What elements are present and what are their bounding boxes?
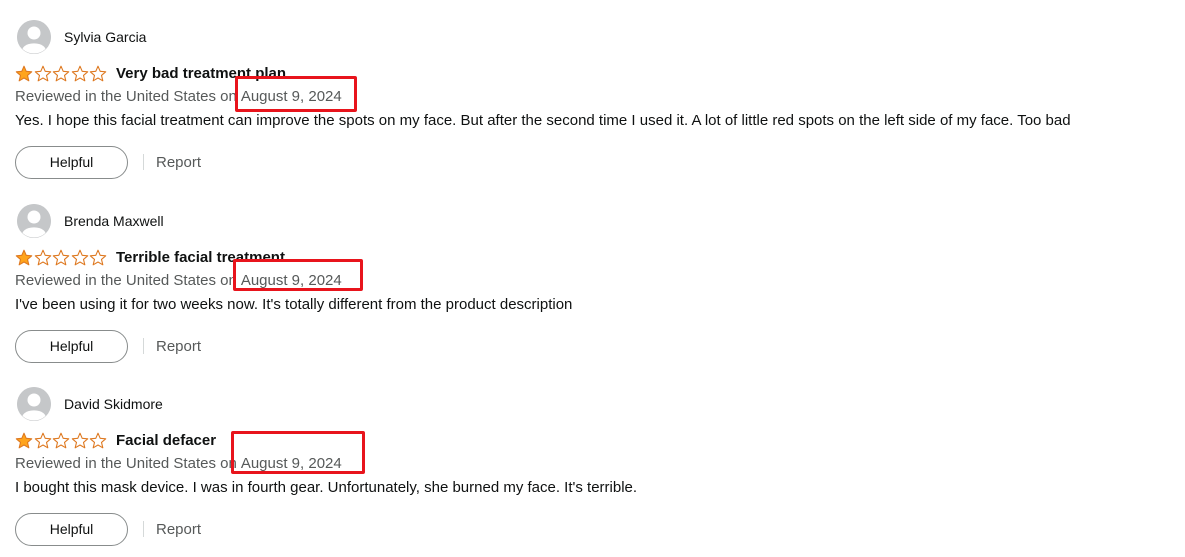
reviewer-name: David Skidmore <box>64 396 163 412</box>
star-empty-icon <box>71 432 88 448</box>
star-filled-icon <box>15 432 33 448</box>
star-filled-icon <box>15 249 33 265</box>
star-empty-icon <box>89 65 107 81</box>
star-rating[interactable] <box>15 65 115 82</box>
action-divider <box>143 338 144 354</box>
star-empty-icon <box>34 249 51 265</box>
review-date: August 9, 2024 <box>240 271 342 289</box>
helpful-button[interactable]: Helpful <box>15 329 128 363</box>
star-empty-icon <box>71 65 88 81</box>
star-empty-icon <box>34 65 51 81</box>
review-body: I bought this mask device. I was in four… <box>15 479 638 496</box>
report-link[interactable]: Report <box>156 338 201 355</box>
star-empty-icon <box>89 249 107 265</box>
star-empty-icon <box>52 249 70 265</box>
avatar-icon <box>17 20 51 54</box>
star-rating[interactable] <box>15 432 115 449</box>
review-meta-prefix: Reviewed in the United States on <box>15 87 237 105</box>
review-date: August 9, 2024 <box>240 454 342 472</box>
helpful-button[interactable]: Helpful <box>15 145 128 179</box>
review-date: August 9, 2024 <box>240 87 342 105</box>
reviewer-name: Brenda Maxwell <box>64 213 164 229</box>
review-title[interactable]: Terrible facial treatment <box>116 249 285 266</box>
action-divider <box>143 521 144 537</box>
helpful-button[interactable]: Helpful <box>15 512 128 546</box>
review-meta-prefix: Reviewed in the United States on <box>15 454 237 472</box>
reviewer-name: Sylvia Garcia <box>64 29 147 45</box>
star-filled-icon <box>15 65 33 81</box>
review-body: Yes. I hope this facial treatment can im… <box>15 112 1071 129</box>
review-body: I've been using it for two weeks now. It… <box>15 296 573 313</box>
report-link[interactable]: Report <box>156 154 201 171</box>
reviewer-profile[interactable]: Brenda Maxwell <box>17 204 164 238</box>
review-title[interactable]: Facial defacer <box>116 432 216 449</box>
reviewer-profile[interactable]: Sylvia Garcia <box>17 20 146 54</box>
star-empty-icon <box>89 432 107 448</box>
report-link[interactable]: Report <box>156 521 201 538</box>
star-empty-icon <box>52 65 70 81</box>
avatar-icon <box>17 387 51 421</box>
review-meta-prefix: Reviewed in the United States on <box>15 271 237 289</box>
star-rating[interactable] <box>15 249 115 266</box>
action-divider <box>143 154 144 170</box>
star-empty-icon <box>34 432 51 448</box>
star-empty-icon <box>71 249 88 265</box>
star-empty-icon <box>52 432 70 448</box>
reviewer-profile[interactable]: David Skidmore <box>17 387 163 421</box>
avatar-icon <box>17 204 51 238</box>
review-title[interactable]: Very bad treatment plan <box>116 65 286 82</box>
